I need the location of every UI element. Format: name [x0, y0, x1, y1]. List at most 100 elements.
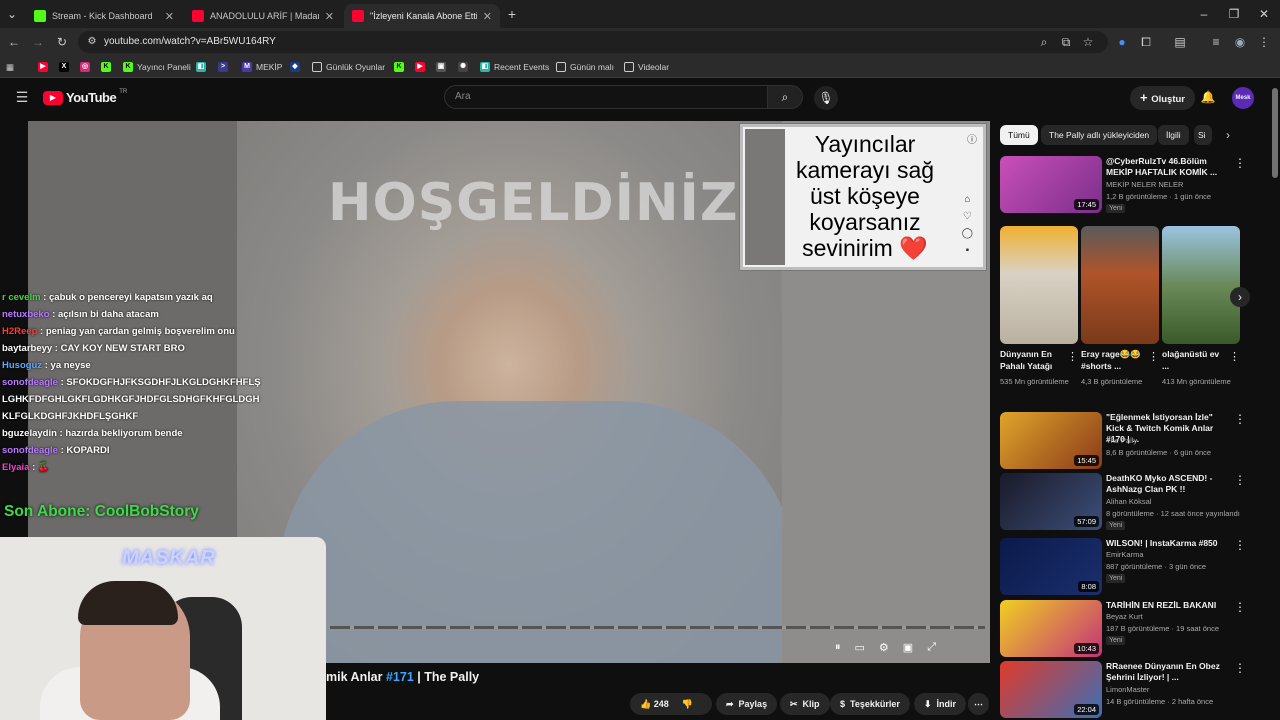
title-hashtag[interactable]: #171: [386, 670, 414, 684]
bookmark-recent-events[interactable]: ◧ Recent Events: [480, 60, 549, 74]
sidepanel-icon[interactable]: ▤: [1172, 35, 1188, 49]
video-thumbnail[interactable]: 8:08: [1000, 538, 1102, 595]
more-options-icon[interactable]: ⋮: [1148, 350, 1159, 363]
more-options-icon[interactable]: ⋮: [1067, 350, 1078, 363]
chip-all[interactable]: Tümü: [1000, 125, 1038, 145]
new-tab-icon[interactable]: +: [504, 7, 520, 21]
zoom-icon[interactable]: ⌕: [1036, 35, 1052, 49]
minimize-icon[interactable]: –: [1196, 7, 1212, 21]
tab-search-icon[interactable]: ⌄: [4, 7, 20, 21]
youtube-logo[interactable]: ▶ YouTube TR: [43, 89, 127, 105]
video-thumbnail[interactable]: 10:43: [1000, 600, 1102, 657]
video-thumbnail[interactable]: 15:45: [1000, 412, 1102, 469]
like-button[interactable]: 👍 248: [640, 699, 669, 710]
download-button[interactable]: ⬇ İndir: [914, 693, 967, 715]
url-field[interactable]: ⚙ youtube.com/watch?v=ABr5WU164RY: [78, 31, 1108, 53]
channel-name[interactable]: MEKİP NELER NELER: [1106, 180, 1183, 189]
chevron-right-icon[interactable]: ›: [1220, 128, 1236, 142]
short-item[interactable]: olağanüstü ev ... 413 Mn görüntüleme ⋮: [1162, 226, 1240, 386]
create-button[interactable]: + Oluştur: [1130, 86, 1195, 110]
fullscreen-icon[interactable]: ⤢: [927, 641, 936, 654]
video-title[interactable]: DeathKO Myko ASCEND! - AshNazg Clan PK !…: [1106, 473, 1221, 495]
short-thumbnail[interactable]: [1000, 226, 1078, 344]
channel-name[interactable]: EmirKarma: [1106, 550, 1144, 559]
tab-kick-dashboard[interactable]: Stream - Kick Dashboard ✕: [26, 4, 182, 28]
close-tab-icon[interactable]: ✕: [325, 10, 334, 23]
channel-name[interactable]: Beyaz Kurt: [1106, 612, 1143, 621]
more-options-icon[interactable]: ⋮: [1234, 473, 1246, 487]
more-options-icon[interactable]: ⋮: [1234, 412, 1246, 426]
short-title[interactable]: Eray rage😂😂 #shorts ...: [1081, 348, 1147, 372]
channel-name[interactable]: The Pally: [1106, 436, 1137, 445]
shorts-next-button[interactable]: ›: [1230, 287, 1250, 307]
subtitles-icon[interactable]: ▭: [855, 641, 865, 654]
search-button[interactable]: ⌕: [767, 85, 803, 109]
video-thumbnail[interactable]: 57:09: [1000, 473, 1102, 530]
more-options-icon[interactable]: ⋮: [1234, 600, 1246, 614]
chip-related[interactable]: İlgili: [1158, 125, 1189, 145]
share-button[interactable]: ➦ Paylaş: [716, 693, 778, 715]
clip-button[interactable]: ✂ Klip: [780, 693, 830, 715]
menu-dots-icon[interactable]: ⋮: [1256, 35, 1272, 49]
cast-icon[interactable]: ⧉: [1058, 35, 1074, 49]
channel-name[interactable]: LimonMaster: [1106, 685, 1149, 694]
close-tab-icon[interactable]: ✕: [483, 10, 492, 23]
notifications-bell-icon[interactable]: 🔔: [1200, 90, 1216, 104]
video-progress-bar[interactable]: [330, 626, 985, 629]
dislike-button[interactable]: 👎: [682, 699, 693, 710]
tab-anadolulu[interactable]: ANADOLULU ARİF | Madara Oluy... ✕: [184, 4, 342, 28]
short-title[interactable]: olağanüstü ev ...: [1162, 348, 1228, 372]
apps-grid-icon[interactable]: ▦: [6, 60, 14, 74]
short-title[interactable]: Dünyanın En Pahalı Yatağı: [1000, 348, 1066, 372]
video-title[interactable]: @CyberRulzTv 46.Bölüm MEKİP HAFTALIK KOM…: [1106, 156, 1221, 178]
bookmark-kick[interactable]: K: [101, 60, 111, 74]
bookmark-youtube[interactable]: ▶: [38, 60, 48, 74]
bookmark-x[interactable]: X: [59, 60, 69, 74]
video-title[interactable]: TARİHİN EN REZİL BAKANI: [1106, 600, 1221, 611]
extensions-puzzle-icon[interactable]: ⧠: [1138, 35, 1154, 49]
media-icon[interactable]: ≡: [1208, 35, 1224, 49]
short-thumbnail[interactable]: [1081, 226, 1159, 344]
profile-icon[interactable]: ◉: [1232, 35, 1248, 49]
bookmark-videolar[interactable]: Videolar: [624, 60, 669, 74]
chip-uploader[interactable]: The Pally adlı yükleyiciden: [1041, 125, 1158, 145]
settings-gear-icon[interactable]: ⚙: [879, 641, 889, 654]
bookmark-youtube-2[interactable]: ▶: [415, 60, 425, 74]
back-icon[interactable]: ←: [6, 35, 22, 49]
more-options-icon[interactable]: ⋮: [1234, 661, 1246, 675]
more-options-icon[interactable]: ⋮: [1229, 350, 1240, 363]
bookmark-star-icon[interactable]: ☆: [1080, 35, 1096, 49]
more-options-icon[interactable]: ⋮: [1234, 538, 1246, 552]
more-options-icon[interactable]: ⋮: [1234, 156, 1246, 170]
bookmark-gunun-mali[interactable]: Günün malı: [556, 60, 614, 74]
bookmark-chatgpt[interactable]: ✺: [458, 60, 468, 74]
bookmark-gunluk-oyunlar[interactable]: Günlük Oyunlar: [312, 60, 385, 74]
short-item[interactable]: Eray rage😂😂 #shorts ... 4,3 B görüntülem…: [1081, 226, 1159, 386]
reload-icon[interactable]: ↻: [54, 35, 70, 49]
theater-mode-icon[interactable]: ▣: [903, 641, 913, 654]
bookmark-app[interactable]: ◧: [196, 60, 206, 74]
short-item[interactable]: Dünyanın En Pahalı Yatağı 535 Mn görüntü…: [1000, 226, 1078, 386]
info-icon[interactable]: ⓘ: [967, 131, 977, 146]
channel-name[interactable]: Alihan Köksal: [1106, 497, 1151, 506]
bookmark-kick-2[interactable]: K: [394, 60, 404, 74]
thanks-button[interactable]: $ Teşekkürler: [830, 693, 910, 715]
bookmark-yayinci-paneli[interactable]: K Yayıncı Paneli: [123, 60, 191, 74]
maximize-icon[interactable]: ❐: [1226, 7, 1242, 21]
page-scrollbar[interactable]: [1272, 88, 1278, 178]
close-window-icon[interactable]: ✕: [1256, 7, 1272, 21]
hamburger-menu-icon[interactable]: ☰: [14, 90, 30, 104]
more-actions-button[interactable]: ⋯: [968, 693, 989, 715]
short-thumbnail[interactable]: [1162, 226, 1240, 344]
pause-icon[interactable]: ⏸: [835, 641, 841, 654]
bookmark-blue[interactable]: ◆: [290, 60, 300, 74]
bookmark-mekip[interactable]: M MEKİP: [242, 60, 282, 74]
avatar[interactable]: Mesk: [1232, 87, 1254, 109]
tab-active-video[interactable]: "İzleyeni Kanala Abone Ettiren... ✕: [344, 4, 500, 28]
site-info-icon[interactable]: ⚙: [84, 35, 100, 49]
close-tab-icon[interactable]: ✕: [165, 10, 174, 23]
video-thumbnail[interactable]: 17:45: [1000, 156, 1102, 213]
video-title[interactable]: RRaenee Dünyanın En Obez Şehrini İzliyor…: [1106, 661, 1221, 683]
forward-icon[interactable]: →: [30, 35, 46, 49]
chip-more[interactable]: Si: [1194, 125, 1212, 145]
